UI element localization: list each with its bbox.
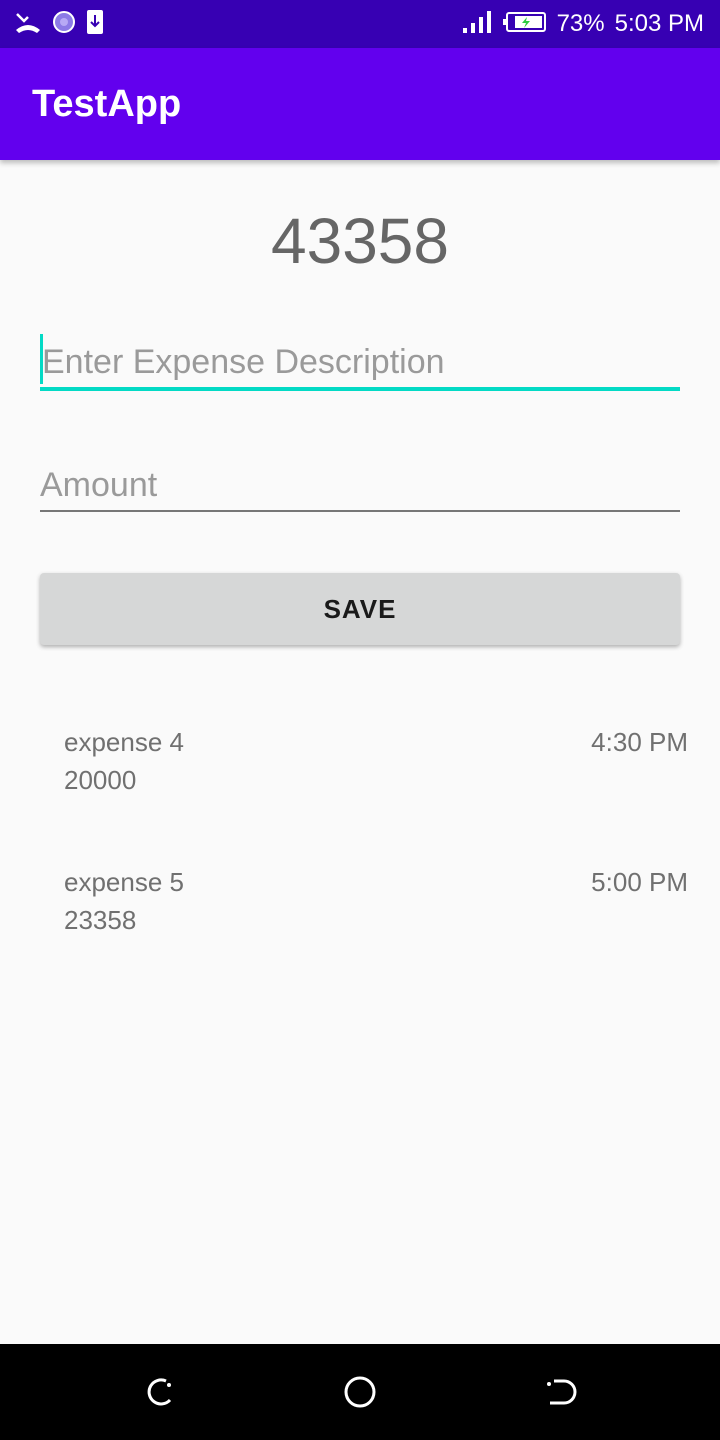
list-item[interactable]: expense 4 20000 4:30 PM bbox=[0, 720, 720, 860]
signal-icon bbox=[462, 10, 493, 39]
total-amount: 43358 bbox=[271, 205, 449, 277]
description-underline bbox=[40, 387, 680, 391]
missed-call-icon bbox=[14, 10, 42, 39]
recents-icon[interactable] bbox=[540, 1372, 580, 1412]
expense-time: 4:30 PM bbox=[591, 727, 688, 757]
loading-icon bbox=[52, 10, 76, 39]
text-cursor bbox=[40, 334, 43, 384]
notification-icons bbox=[14, 9, 104, 40]
navigation-bar bbox=[0, 1344, 720, 1440]
expense-list: expense 4 20000 4:30 PM expense 5 23358 … bbox=[0, 720, 720, 1000]
battery-charging-icon bbox=[502, 10, 547, 39]
list-item[interactable]: expense 5 23358 5:00 PM bbox=[0, 860, 720, 1000]
expense-description: expense 4 bbox=[64, 727, 184, 757]
system-icons: 73% 5:03 PM bbox=[462, 10, 704, 39]
download-icon bbox=[86, 9, 104, 40]
expense-amount: 20000 bbox=[64, 765, 137, 795]
expense-description-input[interactable] bbox=[40, 336, 680, 388]
battery-percent: 73% bbox=[556, 10, 605, 37]
status-time: 5:03 PM bbox=[614, 10, 704, 37]
amount-underline bbox=[40, 510, 680, 512]
save-button[interactable]: SAVE bbox=[40, 573, 680, 645]
status-bar: 73% 5:03 PM bbox=[0, 0, 720, 48]
home-icon[interactable] bbox=[340, 1372, 380, 1412]
expense-time: 5:00 PM bbox=[591, 867, 688, 897]
amount-input[interactable] bbox=[40, 460, 680, 510]
app-title: TestApp bbox=[32, 83, 182, 125]
back-icon[interactable] bbox=[140, 1372, 180, 1412]
expense-amount: 23358 bbox=[64, 905, 137, 935]
app-bar: TestApp bbox=[0, 48, 720, 160]
expense-description: expense 5 bbox=[64, 867, 184, 897]
